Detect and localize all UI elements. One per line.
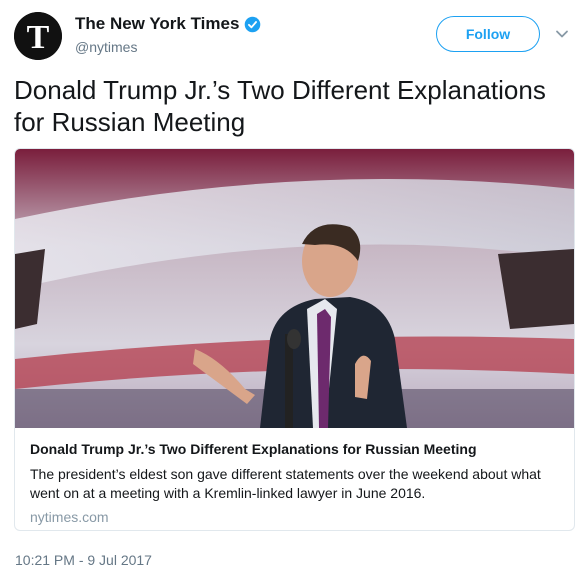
card-image[interactable] [15,149,574,428]
tweet-header: T The New York Times @nytimes Follow [14,12,574,62]
card-body[interactable]: Donald Trump Jr.’s Two Different Explana… [15,428,574,530]
verified-badge-icon [245,16,261,32]
chevron-down-icon[interactable] [554,26,570,42]
link-card[interactable]: Donald Trump Jr.’s Two Different Explana… [14,148,575,531]
account-handle[interactable]: @nytimes [75,39,137,55]
card-description: The president’s eldest son gave differen… [30,466,541,501]
card-domain: nytimes.com [30,509,109,525]
avatar[interactable]: T [14,12,62,60]
card-title: Donald Trump Jr.’s Two Different Explana… [30,441,477,457]
svg-text:T: T [27,19,50,56]
name-row: The New York Times [75,14,261,34]
card-photo [15,149,574,428]
tweet-text: Donald Trump Jr.’s Two Different Explana… [14,75,546,137]
follow-button[interactable]: Follow [436,16,540,52]
nyt-logo-icon: T [14,12,62,60]
tweet-timestamp[interactable]: 10:21 PM - 9 Jul 2017 [15,552,152,568]
display-name[interactable]: The New York Times [75,14,239,34]
